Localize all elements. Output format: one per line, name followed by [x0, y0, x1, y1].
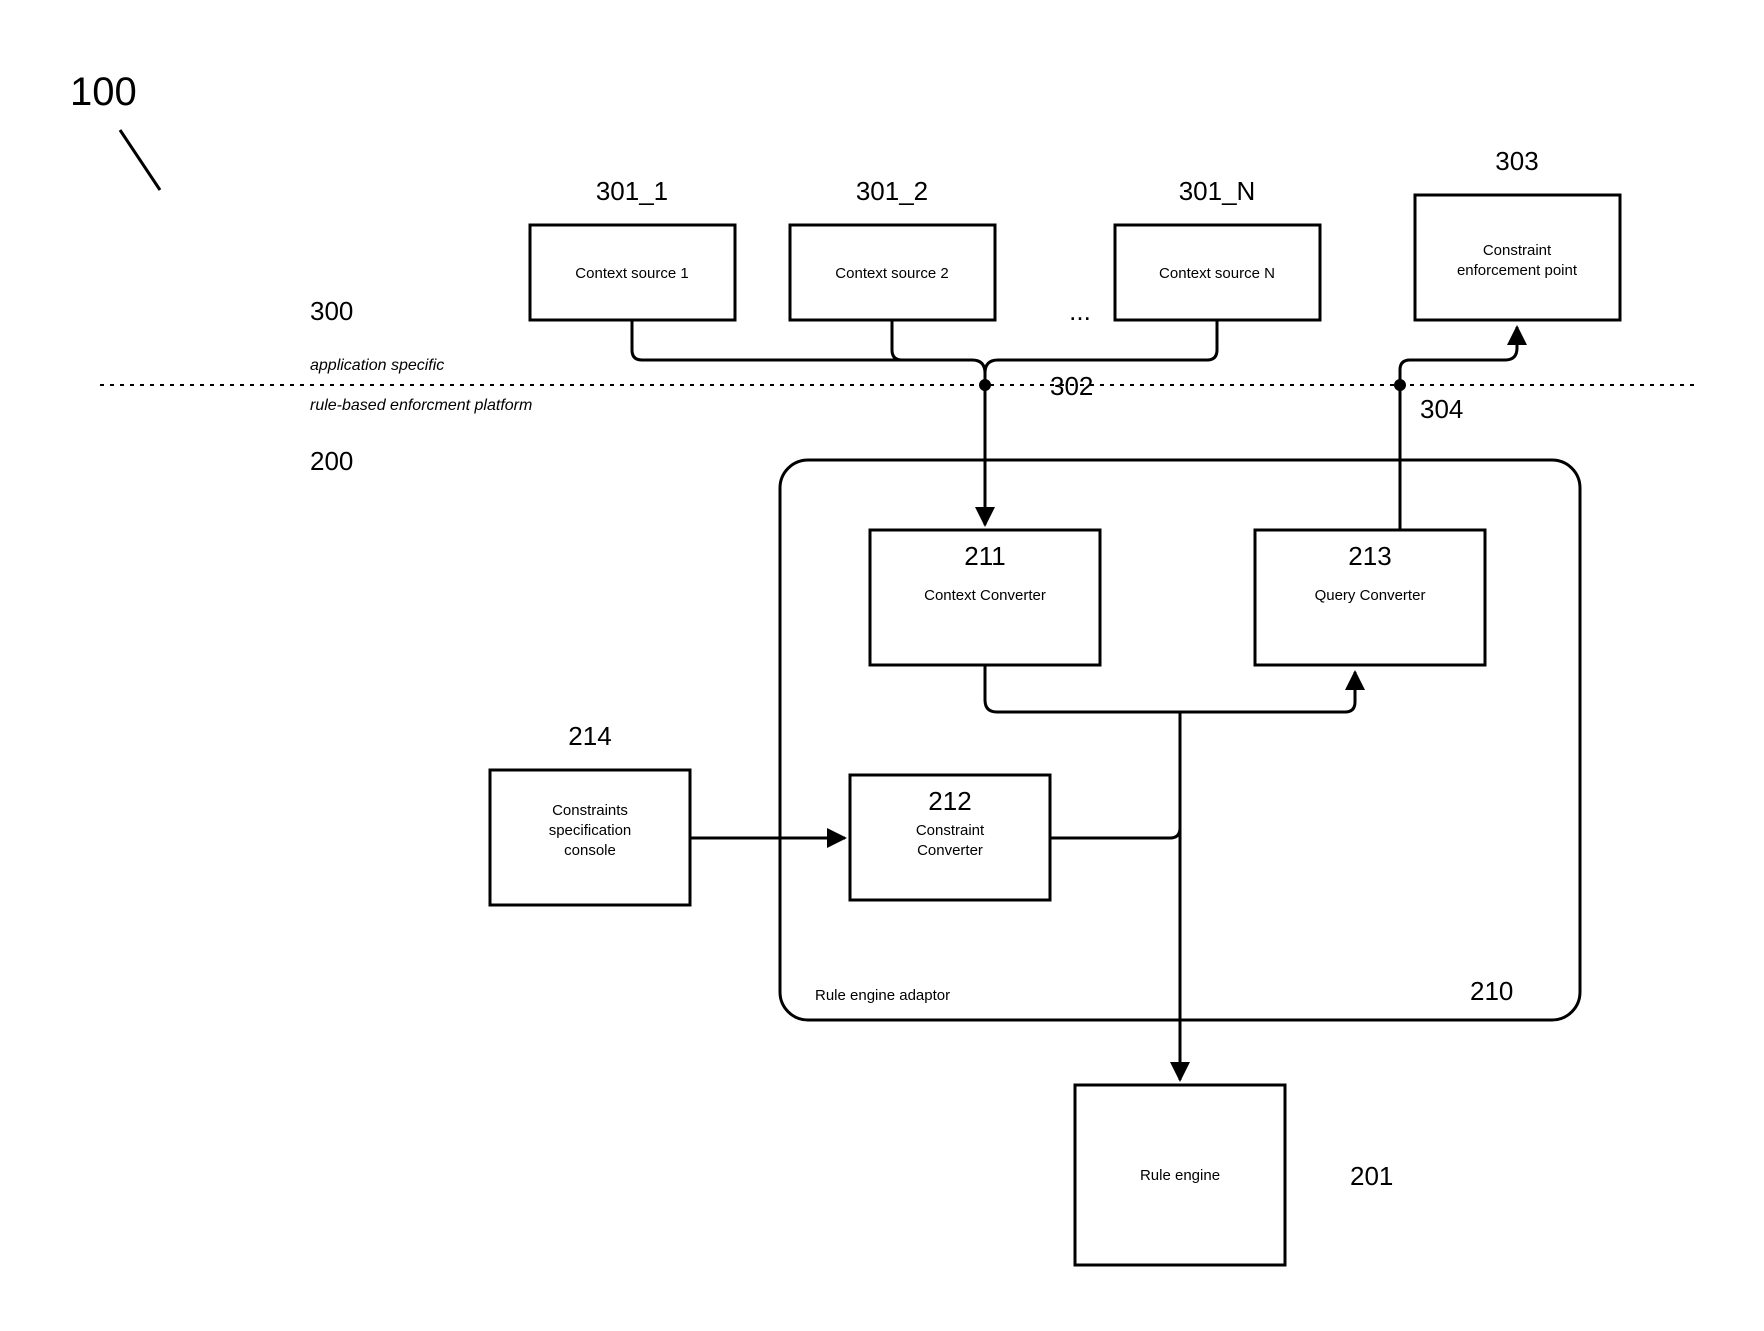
lower-region-num: 200 — [310, 446, 353, 476]
lower-region-label: rule-based enforcment platform — [310, 397, 532, 414]
query-converter-label: Query Converter — [1315, 587, 1426, 604]
constraints-console-label-3: console — [564, 842, 616, 859]
constraint-enforcement-point-num: 303 — [1495, 146, 1538, 176]
rule-engine-adaptor-num: 210 — [1470, 976, 1513, 1006]
context-converter-label: Context Converter — [924, 587, 1046, 604]
constraint-enforcement-point-label-2: enforcement point — [1457, 262, 1578, 279]
junction-context-label: 302 — [1050, 371, 1093, 401]
constraint-converter-label-1: Constraint — [916, 822, 985, 839]
constraint-converter-label-2: Converter — [917, 842, 983, 859]
constraint-enforcement-point-label-1: Constraint — [1483, 242, 1552, 259]
constraints-console-label-1: Constraints — [552, 802, 628, 819]
context-source-2-num: 301_2 — [856, 176, 928, 206]
upper-region-label: application specific — [310, 357, 444, 374]
rule-engine-num: 201 — [1350, 1161, 1393, 1191]
constraints-console-label-2: specification — [549, 822, 632, 839]
rule-engine-label: Rule engine — [1140, 1167, 1220, 1184]
context-source-2-label: Context source 2 — [835, 265, 948, 282]
constraint-converter-num: 212 — [928, 786, 971, 816]
context-sources-ellipsis: ... — [1069, 296, 1091, 326]
context-source-1-label: Context source 1 — [575, 265, 688, 282]
upper-region-num: 300 — [310, 296, 353, 326]
context-source-n-num: 301_N — [1179, 176, 1256, 206]
context-converter-num: 211 — [964, 541, 1005, 571]
context-source-1-num: 301_1 — [596, 176, 668, 206]
figure-id-label: 100 — [70, 70, 137, 114]
junction-query-label: 304 — [1420, 394, 1463, 424]
rule-engine-adaptor-label: Rule engine adaptor — [815, 987, 950, 1004]
constraints-console-num: 214 — [568, 721, 611, 751]
context-source-n-label: Context source N — [1159, 265, 1275, 282]
query-converter-num: 213 — [1348, 541, 1391, 571]
